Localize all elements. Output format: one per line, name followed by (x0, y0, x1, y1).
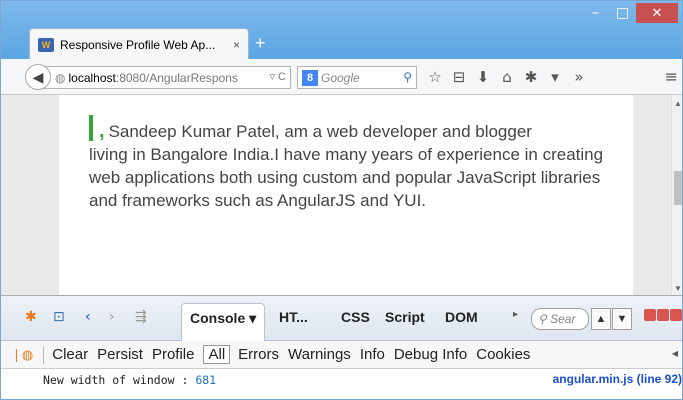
search-icon[interactable]: ⚲ (403, 70, 412, 84)
prev-icon[interactable]: ‹ (85, 309, 91, 325)
clear-button[interactable]: Clear (52, 346, 88, 363)
firebug-search-placeholder: Sear (550, 312, 576, 326)
url-host: localhost (68, 70, 116, 85)
overflow-icon[interactable]: » (567, 67, 591, 87)
filter-all-button[interactable]: All (203, 345, 231, 364)
tab-dom[interactable]: DOM (445, 309, 478, 325)
filter-errors-button[interactable]: Errors (238, 346, 279, 363)
bio-text: living in Bangalore India.I have many ye… (89, 145, 604, 210)
log-value: 681 (195, 373, 217, 387)
scroll-up-icon[interactable]: ▲ (674, 99, 682, 108)
reload-icon[interactable]: ▿ C (269, 70, 286, 83)
filter-cookies-button[interactable]: Cookies (476, 346, 530, 363)
scroll-thumb[interactable] (674, 171, 682, 205)
bookmark-star-icon[interactable]: ☆ (423, 67, 447, 87)
tab-close-icon[interactable]: × (233, 38, 240, 52)
bio-intro: Sandeep Kumar Patel, am a web developer … (108, 122, 532, 141)
search-engine-icon[interactable]: 8 (302, 69, 318, 86)
tab-script[interactable]: Script (385, 309, 425, 325)
window-controls: – □ ✕ (582, 3, 678, 25)
tab-css[interactable]: CSS (341, 309, 370, 325)
firebug-window-controls (644, 309, 682, 321)
more-tabs-icon[interactable]: ▸ (513, 309, 518, 320)
log-source-link[interactable]: angular.min.js (line 92) (553, 372, 682, 386)
favicon-icon: W (38, 37, 54, 52)
console-filter-icon[interactable]: ❘◍ (11, 347, 33, 363)
filter-info-button[interactable]: Info (360, 346, 385, 363)
persist-button[interactable]: Persist (97, 346, 143, 363)
menu-icon[interactable]: ≡ (665, 67, 678, 86)
back-arrow-icon: ◀ (32, 68, 44, 85)
divider (43, 345, 45, 364)
browser-window: – □ ✕ W Responsive Profile Web Ap... × +… (0, 0, 683, 400)
tab-html[interactable]: HT... (279, 309, 308, 325)
navigation-bar: ◍ localhost :8080/AngularRespons ▿ C ◀ 8… (1, 59, 682, 95)
firebug-toolbar: ✱ ⊡ ‹ › ⇶ Console ▾ HT... CSS Script DOM… (1, 296, 682, 341)
firebug-logo-icon[interactable]: ✱ (25, 309, 37, 325)
search-down-button[interactable]: ▼ (612, 308, 632, 330)
browser-tab[interactable]: W Responsive Profile Web Ap... × (29, 28, 249, 60)
dropdown-icon[interactable]: ▾ (543, 67, 567, 87)
filter-warnings-button[interactable]: Warnings (288, 346, 351, 363)
console-toolbar: ❘◍ Clear Persist Profile All Errors Warn… (1, 341, 682, 369)
inspect-icon[interactable]: ⊡ (53, 309, 65, 325)
tab-title: Responsive Profile Web Ap... (60, 37, 216, 52)
title-bar: – □ ✕ W Responsive Profile Web Ap... × + (1, 1, 682, 60)
home-icon[interactable]: ⌂ (495, 67, 519, 87)
minimize-button[interactable]: – (582, 3, 609, 23)
reading-list-icon[interactable]: ⊟ (447, 67, 471, 87)
new-tab-button[interactable]: + (255, 33, 266, 54)
comma: , (99, 120, 105, 142)
scroll-down-icon[interactable]: ▼ (674, 284, 682, 293)
console-log: New width of window : 681 angular.min.js… (1, 369, 682, 399)
search-placeholder: Google (321, 70, 360, 85)
download-icon[interactable]: ⬇ (471, 67, 495, 87)
search-input[interactable]: 8 Google ⚲ (297, 66, 417, 89)
log-text: New width of window : (43, 373, 196, 387)
url-bar[interactable]: ◍ localhost :8080/AngularRespons ▿ C (41, 66, 291, 89)
profile-bio: , Sandeep Kumar Patel, am a web developer… (89, 115, 619, 212)
firebug-minimize-icon[interactable] (644, 309, 656, 321)
firebug-panel: ✱ ⊡ ‹ › ⇶ Console ▾ HT... CSS Script DOM… (1, 295, 682, 399)
tab-console[interactable]: Console ▾ (181, 303, 266, 341)
log-message: New width of window : 681 (43, 373, 216, 387)
close-window-button[interactable]: ✕ (636, 3, 678, 23)
search-up-button[interactable]: ▲ (591, 308, 611, 330)
page-scrollbar[interactable]: ▲ ▼ (671, 95, 682, 295)
url-path: :8080/AngularRespons (115, 70, 238, 85)
scroll-right-icon[interactable]: ◀ (672, 349, 678, 358)
back-button[interactable]: ◀ (25, 64, 51, 90)
globe-icon: ◍ (55, 70, 66, 85)
firebug-icon[interactable]: ✱ (519, 67, 543, 87)
filter-debug-button[interactable]: Debug Info (394, 346, 467, 363)
firebug-search-input[interactable]: ⚲ Sear (531, 308, 589, 330)
maximize-button[interactable]: □ (609, 3, 636, 23)
command-line-icon[interactable]: ⇶ (135, 309, 147, 325)
profile-button[interactable]: Profile (152, 346, 195, 363)
firebug-detach-icon[interactable] (657, 309, 669, 321)
nav-toolbar: ☆ ⊟ ⬇ ⌂ ✱ ▾ » (423, 67, 591, 87)
next-icon[interactable]: › (109, 309, 115, 325)
text-cursor (89, 115, 93, 141)
firebug-close-icon[interactable] (670, 309, 682, 321)
